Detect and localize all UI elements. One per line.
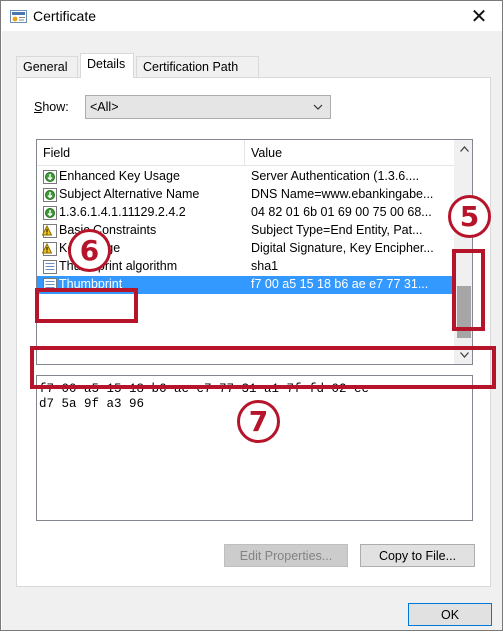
column-divider[interactable] bbox=[244, 140, 245, 166]
extension-icon bbox=[43, 188, 57, 202]
close-icon: ✕ bbox=[470, 5, 488, 28]
details-page: Show: <All> Field Value Enhanced Key Usa… bbox=[16, 77, 491, 587]
scroll-up-button[interactable] bbox=[455, 140, 472, 158]
edit-properties-button[interactable]: Edit Properties... bbox=[224, 544, 348, 567]
callout-5: 5 bbox=[448, 195, 491, 238]
callout-box-thumbprint-value bbox=[30, 346, 496, 389]
list-row[interactable]: Enhanced Key Usage Server Authentication … bbox=[37, 168, 454, 186]
callout-box-thumbprint bbox=[35, 288, 138, 323]
column-header-value[interactable]: Value bbox=[251, 146, 282, 160]
tab-details[interactable]: Details bbox=[80, 53, 134, 78]
window-title: Certificate bbox=[33, 8, 97, 24]
chevron-up-icon bbox=[459, 146, 469, 152]
property-icon bbox=[43, 260, 57, 274]
row-field: Subject Alternative Name bbox=[59, 187, 200, 201]
callout-6: 6 bbox=[68, 229, 111, 272]
close-button[interactable]: ✕ bbox=[456, 1, 502, 31]
value-detail-box[interactable]: f7 00 a5 15 18 b6 ae e7 77 31 a1 7f fd 0… bbox=[36, 375, 473, 521]
row-field: Enhanced Key Usage bbox=[59, 169, 180, 183]
row-field: 1.3.6.1.4.1.11129.2.4.2 bbox=[59, 205, 186, 219]
edit-properties-label: Edit Properties... bbox=[239, 548, 333, 563]
tab-certification-path[interactable]: Certification Path bbox=[136, 56, 259, 77]
show-dropdown-value: <All> bbox=[90, 100, 119, 114]
extension-icon bbox=[43, 170, 57, 184]
show-label: Show: bbox=[34, 100, 69, 114]
certificate-icon bbox=[10, 10, 27, 23]
row-value: Server Authentication (1.3.6.... bbox=[251, 169, 420, 183]
show-dropdown[interactable]: <All> bbox=[85, 95, 331, 119]
warning-extension-icon bbox=[42, 224, 57, 238]
list-row[interactable]: Subject Alternative Name DNS Name=www.eba… bbox=[37, 186, 454, 204]
copy-to-file-button[interactable]: Copy to File... bbox=[360, 544, 475, 567]
chevron-down-icon bbox=[313, 104, 323, 110]
column-header-field[interactable]: Field bbox=[43, 146, 70, 160]
ok-label: OK bbox=[440, 607, 460, 622]
list-row[interactable]: 1.3.6.1.4.1.11129.2.4.2 04 82 01 6b 01 69… bbox=[37, 204, 454, 222]
tab-general[interactable]: General bbox=[16, 56, 78, 77]
row-value: Digital Signature, Key Encipher... bbox=[251, 241, 434, 255]
row-value: sha1 bbox=[251, 259, 279, 273]
dialog-body: General Details Certification Path Show:… bbox=[2, 31, 502, 630]
callout-box-scrollbar bbox=[452, 249, 485, 331]
warning-extension-icon bbox=[42, 242, 57, 256]
ok-button[interactable]: OK bbox=[408, 603, 492, 626]
title-bar: Certificate ✕ bbox=[1, 1, 502, 31]
show-label-text: how: bbox=[42, 100, 69, 114]
row-value: 04 82 01 6b 01 69 00 75 00 68... bbox=[251, 205, 432, 219]
list-header: Field Value bbox=[37, 140, 454, 166]
row-value: f7 00 a5 15 18 b6 ae e7 77 31... bbox=[251, 277, 429, 291]
row-value: DNS Name=www.ebankingabe... bbox=[251, 187, 434, 201]
row-value: Subject Type=End Entity, Pat... bbox=[251, 223, 423, 237]
callout-7: 7 bbox=[237, 400, 280, 443]
certificate-window: Certificate ✕ General Details Certificat… bbox=[0, 0, 503, 631]
copy-to-file-label: Copy to File... bbox=[378, 548, 457, 563]
extension-icon bbox=[43, 206, 57, 220]
